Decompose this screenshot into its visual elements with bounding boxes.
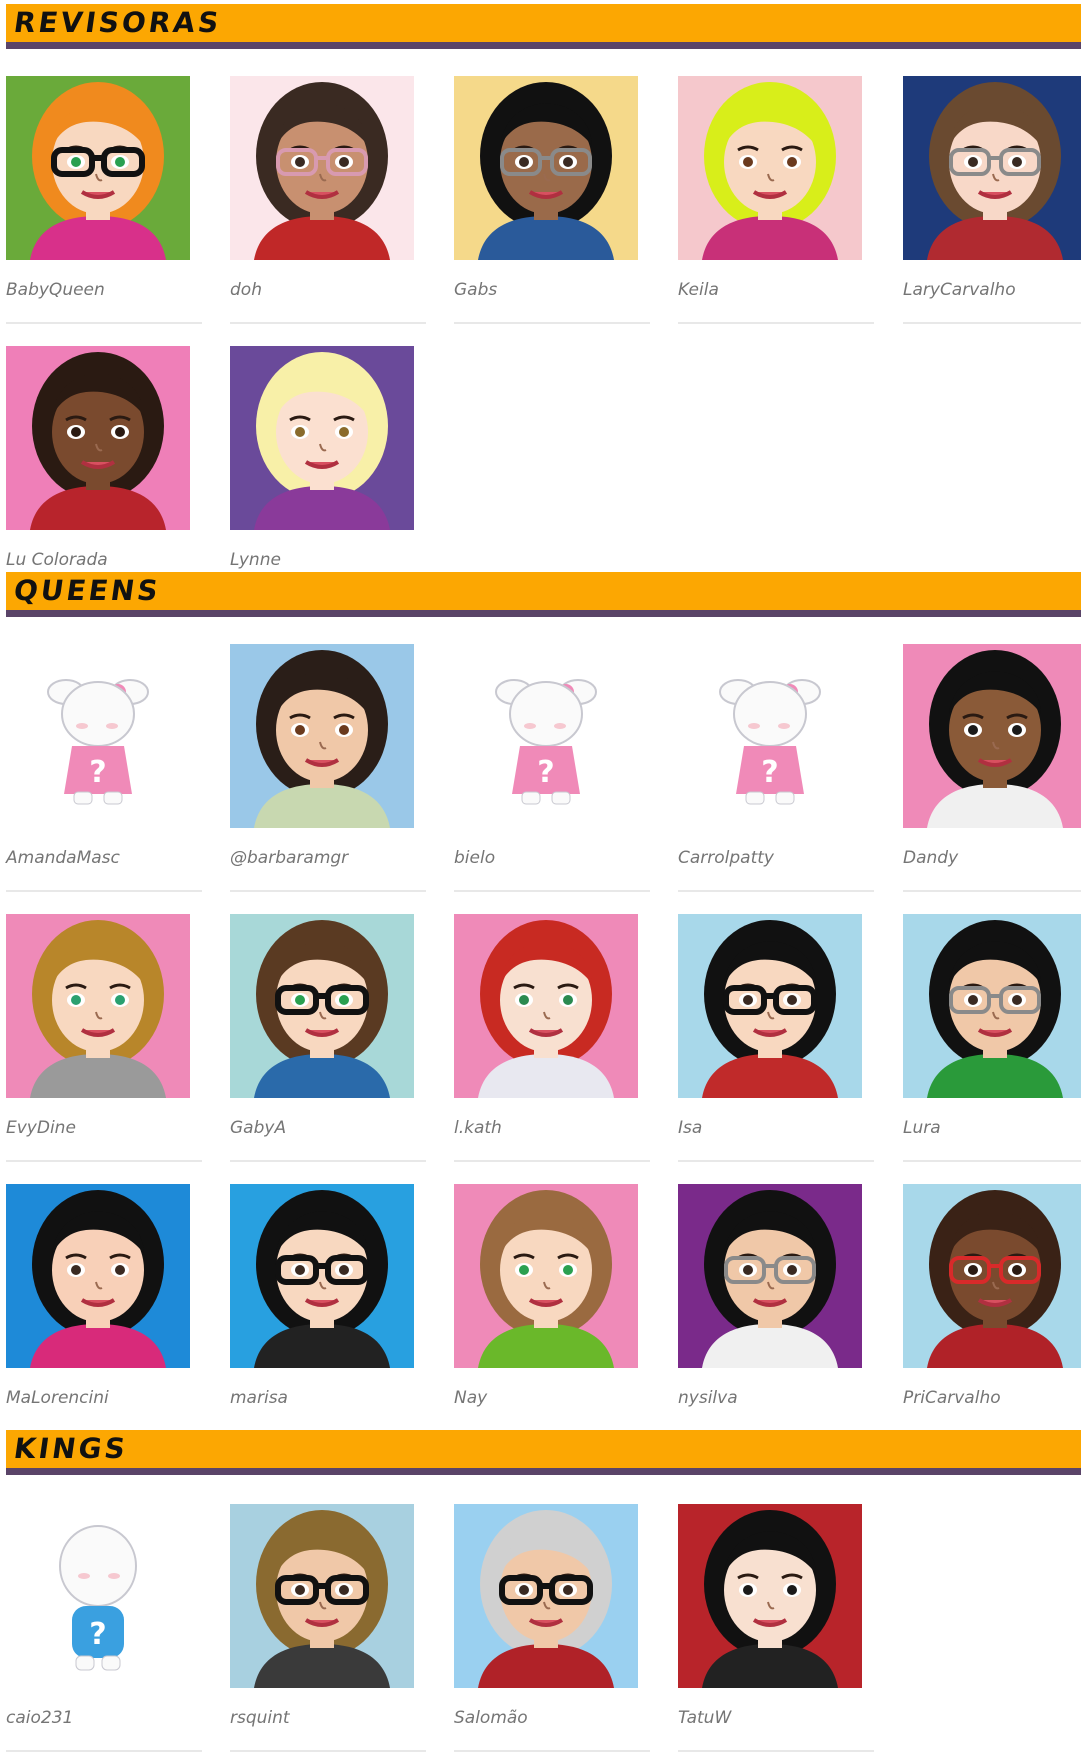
card-divider [6,1160,202,1162]
avatar-image[interactable] [678,1504,862,1688]
member-name[interactable]: marisa [230,1388,288,1408]
card-divider [678,890,874,892]
avatar-image[interactable] [6,914,190,1098]
svg-text:?: ? [537,755,554,790]
card-divider [6,322,202,324]
member-name[interactable]: Lura [903,1118,941,1138]
svg-text:?: ? [89,1617,106,1652]
section-banner-queens: QUEENS [6,572,1081,617]
member-name[interactable]: doh [230,280,262,300]
avatar-image[interactable] [678,914,862,1098]
member-name[interactable]: Dandy [903,848,958,868]
card-divider [454,1160,650,1162]
member-name[interactable]: l.kath [454,1118,502,1138]
default-avatar-image[interactable]: ? [6,1504,190,1688]
default-avatar-image[interactable]: ? [6,644,190,828]
avatar-image[interactable] [903,644,1081,828]
avatar-image[interactable] [6,76,190,260]
avatar-image[interactable] [454,914,638,1098]
card-divider [230,322,426,324]
avatar-image[interactable] [230,1184,414,1368]
avatar-image[interactable] [230,346,414,530]
member-name[interactable]: TatuW [678,1708,731,1728]
member-name[interactable]: GabyA [230,1118,286,1138]
member-name[interactable]: MaLorencini [6,1388,109,1408]
member-name[interactable]: nysilva [678,1388,738,1408]
section-title: REVISORAS [11,6,224,39]
avatar-image[interactable] [230,644,414,828]
member-name[interactable]: Carrolpatty [678,848,774,868]
card-divider [454,890,650,892]
member-name[interactable]: Salomão [454,1708,528,1728]
section-title: KINGS [11,1432,131,1465]
member-name[interactable]: rsquint [230,1708,290,1728]
avatar-image[interactable] [6,1184,190,1368]
member-name[interactable]: caio231 [6,1708,73,1728]
avatar-image[interactable] [230,76,414,260]
card-divider [6,890,202,892]
member-name[interactable]: @barbaramgr [230,848,348,868]
member-name[interactable]: Keila [678,280,719,300]
avatar-image[interactable] [454,76,638,260]
default-avatar-image[interactable]: ? [678,644,862,828]
member-name[interactable]: AmandaMasc [6,848,120,868]
default-avatar-image[interactable]: ? [454,644,638,828]
avatar-image[interactable] [6,346,190,530]
member-name[interactable]: Lu Colorada [6,550,108,570]
member-name[interactable]: Gabs [454,280,497,300]
section-banner-kings: KINGS [6,1430,1081,1475]
member-name[interactable]: PriCarvalho [903,1388,1001,1408]
avatar-image[interactable] [678,76,862,260]
section-title: QUEENS [11,574,163,607]
svg-text:?: ? [761,755,778,790]
card-divider [903,890,1081,892]
avatar-image[interactable] [454,1184,638,1368]
member-name[interactable]: Isa [678,1118,702,1138]
card-divider [903,322,1081,324]
card-divider [230,890,426,892]
card-divider [903,1160,1081,1162]
card-divider [230,1160,426,1162]
section-banner-revisoras: REVISORAS [6,4,1081,49]
member-name[interactable]: BabyQueen [6,280,105,300]
svg-text:?: ? [89,755,106,790]
member-name[interactable]: EvyDine [6,1118,76,1138]
avatar-image[interactable] [454,1504,638,1688]
avatar-image[interactable] [903,1184,1081,1368]
avatar-image[interactable] [230,1504,414,1688]
member-name[interactable]: bielo [454,848,495,868]
avatar-image[interactable] [230,914,414,1098]
avatar-image[interactable] [903,914,1081,1098]
member-name[interactable]: Lynne [230,550,281,570]
avatar-image[interactable] [903,76,1081,260]
card-divider [678,1160,874,1162]
card-divider [454,322,650,324]
avatar-image[interactable] [678,1184,862,1368]
card-divider [678,322,874,324]
member-name[interactable]: LaryCarvalho [903,280,1016,300]
member-name[interactable]: Nay [454,1388,487,1408]
